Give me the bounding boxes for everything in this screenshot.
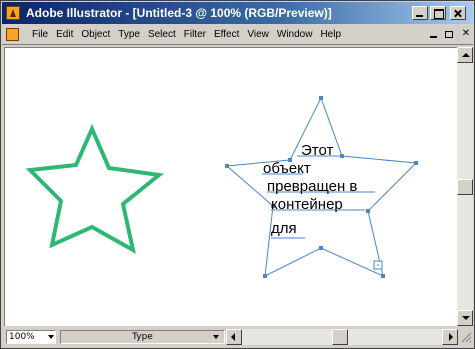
minimize-icon[interactable] [412, 6, 428, 20]
text-line-1[interactable]: Этот [301, 142, 333, 159]
scroll-down-icon[interactable] [457, 310, 473, 326]
window-title: Adobe Illustrator - [Untitled-3 @ 100% (… [26, 6, 332, 20]
menu-select[interactable]: Select [144, 29, 180, 40]
text-line-3[interactable]: превращен в [267, 178, 357, 195]
document-icon[interactable] [6, 28, 19, 41]
status-tool-label: Type [132, 332, 153, 342]
menu-help[interactable]: Help [316, 29, 345, 40]
menu-bar: File Edit Object Type Select Filter Effe… [2, 25, 473, 45]
horizontal-scroll-thumb[interactable] [332, 329, 348, 345]
menu-filter[interactable]: Filter [180, 29, 210, 40]
menu-window[interactable]: Window [273, 29, 317, 40]
illustrator-app-icon[interactable] [6, 6, 20, 20]
text-line-4[interactable]: контейнер [271, 196, 343, 213]
app-window: Adobe Illustrator - [Untitled-3 @ 100% (… [0, 0, 475, 349]
zoom-value: 100% [9, 332, 35, 342]
maximize-icon[interactable] [430, 6, 446, 20]
horizontal-scrollbar[interactable] [226, 329, 458, 345]
close-icon[interactable] [450, 6, 466, 20]
dropdown-icon[interactable] [46, 331, 56, 343]
artwork [25, 96, 418, 278]
scroll-up-icon[interactable] [457, 47, 473, 63]
vertical-scrollbar[interactable] [457, 47, 473, 326]
resize-grip-icon[interactable] [460, 331, 472, 343]
menu-file[interactable]: File [28, 29, 52, 40]
doc-minimize-icon[interactable] [427, 29, 441, 41]
scroll-left-icon[interactable] [226, 329, 242, 345]
menu-type[interactable]: Type [114, 29, 144, 40]
scroll-right-icon[interactable] [442, 329, 458, 345]
menu-items: File Edit Object Type Select Filter Effe… [28, 29, 345, 40]
artboard-canvas[interactable]: Этот объект превращен в контейнер для [4, 47, 457, 326]
menu-edit[interactable]: Edit [52, 29, 77, 40]
menu-effect[interactable]: Effect [210, 29, 243, 40]
title-bar[interactable]: Adobe Illustrator - [Untitled-3 @ 100% (… [2, 2, 473, 24]
text-line-2[interactable]: объект [263, 160, 311, 177]
status-bar: 100% Type [2, 327, 473, 347]
menu-view[interactable]: View [243, 29, 273, 40]
vertical-scroll-thumb[interactable] [457, 179, 473, 195]
menu-object[interactable]: Object [77, 29, 114, 40]
doc-close-icon[interactable]: ✕ [459, 29, 473, 41]
status-dropdown-icon[interactable] [210, 331, 222, 343]
doc-restore-icon[interactable] [443, 29, 457, 41]
green-star[interactable] [25, 124, 164, 254]
text-line-5[interactable]: для [271, 220, 297, 237]
status-tool-field[interactable]: Type [60, 330, 225, 344]
